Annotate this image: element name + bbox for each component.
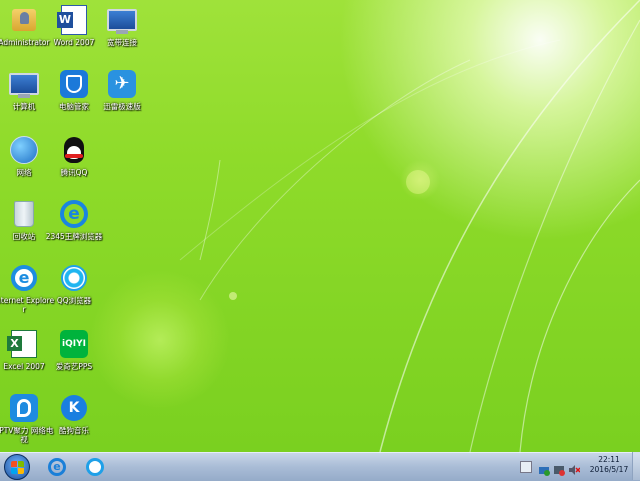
icon-label: 酷狗音乐 [59, 426, 89, 435]
security-tray-icon[interactable] [553, 461, 565, 476]
desktop-icon-qq[interactable]: 腾讯QQ [44, 134, 104, 192]
icon-label: 2345王牌浏览器 [45, 232, 103, 241]
qq-icon [64, 137, 84, 163]
network-icon [10, 136, 38, 164]
thunder-icon: ✈ [108, 70, 136, 98]
internet-explorer-icon: e [11, 265, 37, 291]
network-tray-icon[interactable] [538, 461, 550, 476]
show-desktop-button[interactable] [632, 452, 640, 480]
clock-date: 2016/5/17 [589, 465, 629, 474]
broadband-connection-icon [107, 9, 137, 34]
taskbar: e [0, 452, 640, 481]
icon-label: 爱奇艺PPS [55, 362, 93, 371]
recycle-bin-icon [14, 201, 34, 227]
windows-start-icon[interactable] [4, 454, 30, 480]
desktop[interactable]: Administrator Word 2007 宽带连接 计算机 电脑管家 ✈ … [0, 0, 640, 452]
desktop-icon-broadband[interactable]: 宽带连接 [92, 4, 152, 62]
2345-browser-icon: e [60, 200, 88, 228]
desktop-icon-kugou[interactable]: K 酷狗音乐 [44, 392, 104, 450]
clock-time: 22:11 [598, 455, 620, 464]
desktop-icon-iqiyi[interactable]: iQIYI 爱奇艺PPS [44, 328, 104, 386]
volume-muted-icon[interactable] [568, 461, 581, 475]
icon-label: 腾讯QQ [60, 168, 88, 177]
qq-browser-icon [86, 458, 104, 476]
pptv-icon [10, 394, 38, 422]
taskbar-ie-button[interactable]: e [38, 454, 76, 480]
taskbar-clock[interactable]: 22:11 2016/5/17 [584, 455, 634, 475]
computer-icon [9, 73, 39, 98]
qq-browser-icon [61, 265, 87, 291]
keyboard-icon[interactable] [520, 461, 532, 473]
icon-label: 迅雷极速版 [103, 102, 141, 111]
user-folder-icon [12, 9, 36, 31]
taskbar-qq-browser-button[interactable] [76, 454, 114, 480]
internet-explorer-icon: e [48, 458, 66, 476]
pc-manager-icon [60, 70, 88, 98]
kugou-icon: K [61, 395, 87, 421]
desktop-icon-2345-browser[interactable]: e 2345王牌浏览器 [44, 198, 104, 256]
desktop-icon-qq-browser[interactable]: QQ浏览器 [44, 262, 104, 320]
icon-label: QQ浏览器 [56, 296, 92, 305]
icon-label: 宽带连接 [107, 38, 137, 47]
excel-icon [7, 330, 37, 358]
desktop-icon-thunder[interactable]: ✈ 迅雷极速版 [92, 68, 152, 126]
iqiyi-icon: iQIYI [60, 330, 88, 358]
word-icon [57, 5, 87, 35]
